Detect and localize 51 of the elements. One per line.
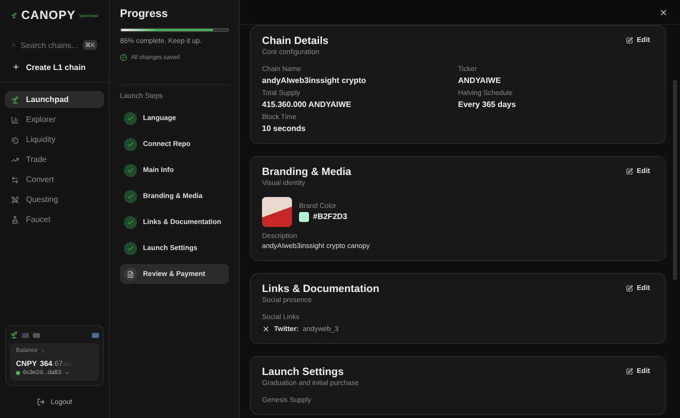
card-title: Links & Documentation — [262, 283, 380, 295]
token-icon — [10, 331, 18, 339]
sprout-icon — [11, 96, 19, 104]
field-value: 415.360.000 ANDYAIWE — [262, 100, 352, 109]
logout-icon — [36, 398, 45, 406]
x-icon — [262, 325, 270, 333]
chevron-down-icon — [64, 370, 70, 376]
nav-item[interactable]: Explorer — [5, 111, 104, 128]
check-icon — [124, 190, 137, 202]
edit-icon — [626, 37, 633, 44]
check-icon — [124, 112, 137, 124]
photo-placeholder — [262, 197, 292, 227]
card-title: Branding & Media — [262, 166, 352, 178]
search-icon — [12, 41, 16, 49]
field-value: #B2F2D3 — [313, 212, 348, 221]
check-icon — [124, 164, 137, 176]
nav-item[interactable]: Faucet — [5, 211, 104, 228]
flask-icon — [11, 216, 19, 224]
plus-icon — [12, 63, 20, 71]
edit-icon — [626, 368, 633, 375]
edit-icon — [626, 168, 633, 175]
close-button[interactable] — [659, 8, 668, 16]
create-chain-button[interactable]: Create L1 chain — [5, 60, 104, 74]
chevron-right-icon — [40, 348, 46, 354]
droplets-icon — [11, 136, 19, 144]
document-icon — [124, 268, 137, 280]
edit-icon — [626, 285, 633, 292]
check-icon — [124, 138, 137, 150]
trend-up-icon — [11, 156, 19, 164]
card-title: Launch Settings — [262, 366, 345, 378]
swords-icon — [11, 196, 19, 204]
nav-item[interactable]: Launchpad — [5, 91, 104, 108]
card-title: Chain Details — [262, 35, 329, 47]
search-field[interactable]: Search chains... — [20, 40, 78, 50]
brand-name: CANOPY — [21, 8, 76, 22]
nav-item[interactable]: Questing — [5, 191, 104, 208]
arrows-icon — [11, 176, 19, 184]
field-value: ANDYAIWE — [458, 76, 502, 85]
bar-chart-icon — [11, 116, 19, 124]
close-icon — [659, 8, 668, 16]
nav-item[interactable]: Trade — [5, 151, 104, 168]
field-value: andyAIweb3inssight crypto — [262, 76, 368, 85]
field-value: 10 seconds — [262, 124, 307, 133]
panel-title: Progress — [120, 8, 169, 20]
check-icon — [124, 242, 137, 254]
check-icon — [124, 216, 137, 228]
blurred-icon — [92, 332, 99, 338]
nav-item[interactable]: Convert — [5, 171, 104, 188]
check-circle-icon — [120, 54, 127, 61]
field-value: Every 365 days — [458, 100, 517, 109]
nav-item[interactable]: Liquidity — [5, 131, 104, 148]
